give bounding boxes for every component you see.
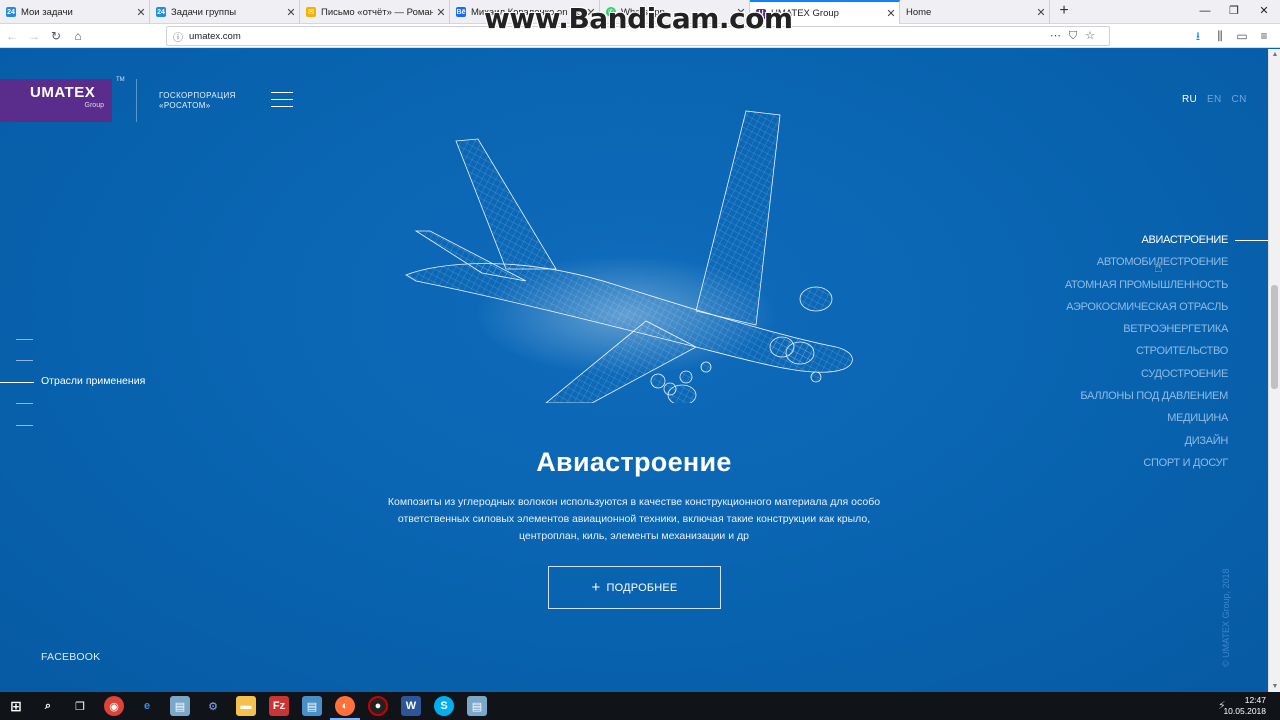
app-icon[interactable]: ▤	[467, 696, 487, 716]
rosatom-line1: ГОСКОРПОРАЦИЯ	[159, 91, 236, 100]
filezilla-icon[interactable]: Fz	[269, 696, 289, 716]
more-button[interactable]: + ПОДРОБНЕЕ	[548, 566, 721, 609]
hamburger-menu-icon[interactable]	[271, 92, 293, 108]
restore-button[interactable]: ❐	[1218, 0, 1250, 24]
page-actions-icon[interactable]: ⋯⛉☆	[1050, 29, 1103, 43]
library-icon[interactable]: ⫼	[1212, 28, 1228, 44]
search-icon[interactable]: ⌕	[38, 696, 58, 716]
tab-home[interactable]: Home ✕	[900, 0, 1050, 24]
close-icon[interactable]: ✕	[883, 7, 899, 20]
industry-medicine[interactable]: Медицина	[1065, 410, 1228, 432]
industry-aerospace[interactable]: Аэрокосмическая отрасль	[1065, 299, 1228, 321]
chrome-icon[interactable]: ◉	[104, 696, 124, 716]
skype-icon[interactable]: S	[434, 696, 454, 716]
plus-icon: +	[591, 579, 601, 596]
bitrix24-icon: 24	[6, 7, 16, 17]
sidebar-icon[interactable]: ▭	[1234, 28, 1250, 44]
industry-shipbuilding[interactable]: Судостроение	[1065, 366, 1228, 388]
hand-cursor-icon: ☝	[1154, 259, 1163, 275]
logo-name: UMATEX	[30, 84, 96, 101]
industry-wind-energy[interactable]: Ветроэнергетика	[1065, 321, 1228, 343]
language-switcher: RU EN CN	[1172, 94, 1247, 105]
lang-cn[interactable]: CN	[1232, 94, 1247, 105]
info-icon[interactable]: ⓘ	[173, 29, 183, 44]
new-tab-button[interactable]: +	[1054, 2, 1074, 22]
industry-automotive[interactable]: Автомобилестроение	[1065, 254, 1229, 276]
section-dash[interactable]	[16, 339, 33, 340]
trademark-mark: TM	[116, 77, 125, 83]
section-dash[interactable]	[16, 425, 33, 426]
clock-date: 10.05.2018	[1223, 706, 1266, 716]
section-dash[interactable]	[16, 360, 33, 361]
url-text: umatex.com	[189, 31, 241, 42]
task-view-icon[interactable]: ❐	[70, 696, 90, 716]
clock-time: 12:47	[1244, 695, 1266, 705]
lang-ru[interactable]: RU	[1182, 94, 1197, 105]
network-app-icon[interactable]: ⚙	[203, 696, 223, 716]
rosatom-label[interactable]: ГОСКОРПОРАЦИЯ «РОСАТОМ»	[159, 91, 236, 111]
bandicam-icon[interactable]: ●	[368, 696, 388, 716]
reload-icon[interactable]: ↻	[48, 28, 64, 44]
tab-group-tasks[interactable]: 24 Задачи группы ✕	[150, 0, 300, 24]
tab-label: Письмо «отчёт» — Романов	[321, 6, 433, 18]
header-divider	[136, 79, 137, 122]
close-icon[interactable]: ✕	[133, 6, 149, 19]
behance-icon: Bē	[456, 7, 466, 17]
logo-sub: Group	[84, 102, 104, 109]
web-page: UMATEX Group TM ГОСКОРПОРАЦИЯ «РОСАТОМ» …	[0, 49, 1268, 692]
bandicam-watermark: www.Bandicam.com	[484, 2, 793, 35]
industry-list: Авиастроение Автомобилестроение Атомная …	[1065, 232, 1228, 477]
scroll-down-icon[interactable]: ▼	[1269, 683, 1280, 690]
close-icon[interactable]: ✕	[283, 6, 299, 19]
scroll-up-icon[interactable]: ▲	[1269, 51, 1280, 58]
close-icon[interactable]: ✕	[433, 6, 449, 19]
bitrix24-icon: 24	[156, 7, 166, 17]
page-scrollbar[interactable]: ▲ ▼	[1268, 49, 1280, 692]
edge-icon[interactable]: e	[137, 696, 157, 716]
tab-mail[interactable]: ✉ Письмо «отчёт» — Романов ✕	[300, 0, 450, 24]
industry-pressure-vessels[interactable]: Баллоны под давлением	[1065, 388, 1228, 410]
menu-icon[interactable]: ≡	[1256, 28, 1272, 44]
file-explorer-icon[interactable]: ▬	[236, 696, 256, 716]
home-icon[interactable]: ⌂	[70, 28, 86, 44]
copyright-text: © UMATEX Group, 2018	[1221, 568, 1231, 667]
industry-nuclear[interactable]: Атомная промышленность	[1065, 277, 1228, 299]
tab-label: Мои задачи	[21, 6, 73, 18]
umatex-logo[interactable]: UMATEX Group	[0, 79, 112, 122]
airplane-svg	[405, 110, 853, 442]
download-icon[interactable]: ⭳	[1190, 28, 1206, 44]
word-icon[interactable]: W	[401, 696, 421, 716]
back-icon[interactable]: ←	[4, 28, 20, 44]
close-icon[interactable]: ✕	[1033, 6, 1049, 19]
taskbar-clock[interactable]: 12:47 10.05.2018	[1223, 695, 1266, 717]
facebook-link[interactable]: FACEBOOK	[41, 651, 100, 663]
mail-icon: ✉	[306, 7, 316, 17]
section-label: Отрасли применения	[41, 375, 146, 387]
lang-en[interactable]: EN	[1207, 94, 1222, 105]
active-industry-line	[1235, 240, 1268, 241]
tab-label: Задачи группы	[171, 6, 237, 18]
windows-taskbar: ⊞ ⌕ ❐ ◉ e ▤ ⚙ ▬ Fz ▤ ◐ ● W S ▤ ⚡ 12:47 1…	[0, 692, 1280, 720]
section-dash[interactable]	[16, 403, 33, 404]
forward-icon[interactable]: →	[26, 28, 42, 44]
firefox-icon[interactable]: ◐	[330, 696, 360, 720]
windows-start-icon[interactable]: ⊞	[6, 696, 26, 716]
tab-my-tasks[interactable]: 24 Мои задачи ✕	[0, 0, 150, 24]
section-indicator: Отрасли применения	[0, 333, 200, 443]
airplane-wireframe-illustration	[396, 85, 866, 442]
scrollbar-thumb[interactable]	[1271, 285, 1278, 389]
window-close-button[interactable]: ✕	[1248, 0, 1280, 24]
industry-construction[interactable]: Строительство	[1065, 343, 1228, 365]
document-icon[interactable]: ▤	[302, 696, 322, 716]
industry-aviation[interactable]: Авиастроение	[1065, 232, 1228, 254]
app-icon[interactable]: ▤	[170, 696, 190, 716]
section-description: Композиты из углеродных волокон использу…	[387, 496, 881, 542]
minimize-button[interactable]: —	[1189, 0, 1221, 24]
section-heading: Авиастроение	[536, 447, 732, 477]
more-button-label: ПОДРОБНЕЕ	[606, 581, 678, 594]
rosatom-line2: «РОСАТОМ»	[159, 101, 211, 110]
tab-label: Home	[906, 6, 932, 18]
section-dash-active[interactable]	[0, 382, 34, 383]
